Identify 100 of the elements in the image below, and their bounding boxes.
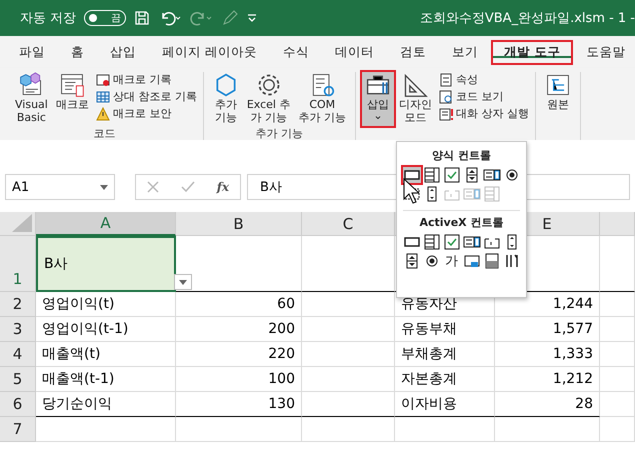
table-cell <box>600 417 635 442</box>
ribbon-button[interactable]: 매크로 기록 <box>96 72 197 87</box>
ribbon-button[interactable]: Excel 추 가 기능 <box>244 72 294 126</box>
table-cell: 100 <box>176 367 302 392</box>
autosave-label: 자동 저장 <box>20 10 76 27</box>
window-title: 조회와수정VBA_완성파일.xlsm - 1 - <box>420 10 635 27</box>
menu-item[interactable] <box>442 234 460 250</box>
check-icon[interactable] <box>180 181 195 193</box>
ribbon-button[interactable]: 속성 <box>438 72 529 87</box>
menu-item[interactable] <box>442 167 460 183</box>
menu-item[interactable] <box>482 167 500 183</box>
warning-icon <box>96 106 110 120</box>
save-icon[interactable] <box>134 10 150 26</box>
table-cell: 영업이익(t) <box>36 292 176 317</box>
ribbon-tab[interactable]: 페이지 레이아웃 <box>149 40 270 64</box>
menu-item[interactable] <box>422 234 440 250</box>
grid-icon <box>96 90 110 104</box>
properties-icon <box>438 72 453 86</box>
list-box-icon <box>482 167 500 183</box>
menu-item[interactable] <box>422 167 440 183</box>
caret-icon <box>100 184 108 190</box>
toggle-button-icon <box>482 253 500 269</box>
label-control-icon <box>402 186 420 202</box>
check-box-icon <box>442 234 460 250</box>
menu-item[interactable] <box>462 253 480 269</box>
table-cell: 부채총계 <box>395 342 495 367</box>
table-cell <box>600 392 635 417</box>
table-cell: 이자비용 <box>395 392 495 417</box>
ribbon-tab[interactable]: 검토 <box>386 40 439 64</box>
magnifier-page-icon <box>438 90 453 104</box>
ribbon-tab[interactable]: 보기 <box>438 40 491 64</box>
gear-icon <box>256 72 282 98</box>
table-cell <box>600 292 635 317</box>
ribbon-button[interactable]: 디자인 모드 <box>396 72 435 126</box>
table-cell: 28 <box>495 392 600 417</box>
table-cell <box>600 236 635 292</box>
ribbon-tab[interactable]: 삽입 <box>97 40 149 64</box>
macro-sheet-icon <box>59 72 86 98</box>
name-box[interactable]: A1 <box>5 174 115 200</box>
image-control-icon <box>462 253 480 269</box>
dropdown-button[interactable] <box>174 274 192 290</box>
ribbon-tab[interactable]: 개발 도구 <box>490 40 574 64</box>
ribbon-button[interactable]: 삽입 ⌄ <box>362 72 394 126</box>
row-header[interactable]: 6 <box>0 392 36 417</box>
combo-box-icon <box>422 234 440 250</box>
ribbon-button[interactable]: 추가 기능 <box>210 72 242 126</box>
menu-item[interactable] <box>462 234 480 250</box>
table-cell <box>600 367 635 392</box>
table-cell: 60 <box>176 292 302 317</box>
list-box-icon <box>462 234 480 250</box>
customize-icon[interactable] <box>246 12 258 24</box>
table-cell: 영업이익(t-1) <box>36 317 176 342</box>
tree-window-icon <box>544 72 571 98</box>
ribbon-button[interactable]: Visual Basic <box>12 72 51 126</box>
autosave-toggle[interactable]: 끔 <box>84 10 126 26</box>
ribbon-button[interactable]: 매크로 <box>52 72 92 126</box>
row-header[interactable]: 3 <box>0 317 36 342</box>
label-control[interactable] <box>402 186 420 202</box>
redo-icon <box>190 10 214 26</box>
column-header[interactable]: C <box>302 212 395 236</box>
ribbon-button[interactable]: 상대 참조로 기록 <box>96 89 197 104</box>
menu-item[interactable] <box>482 253 500 269</box>
ribbon-tab[interactable]: 홈 <box>58 40 97 64</box>
cursor-icon <box>403 178 419 204</box>
column-header[interactable]: B <box>176 212 302 236</box>
row-header[interactable]: 1 <box>0 236 36 292</box>
table-cell: 130 <box>176 392 302 417</box>
ribbon-tab[interactable]: 데이터 <box>322 40 387 64</box>
table-cell: 당기순이익 <box>36 392 176 417</box>
insert-function-button[interactable]: fx <box>216 180 230 194</box>
ribbon-button[interactable]: 원본 <box>542 72 574 126</box>
ribbon-button[interactable]: COM 추가 기능 <box>295 72 349 126</box>
ribbon-button[interactable]: 대화 상자 실행 <box>438 106 529 121</box>
table-cell: 유동부채 <box>395 317 495 342</box>
row-header[interactable]: 4 <box>0 342 36 367</box>
group-label: 코드 <box>92 126 116 140</box>
row-header[interactable]: 2 <box>0 292 36 317</box>
combo-box-icon <box>422 167 440 183</box>
table-cell: 매출액(t) <box>36 342 176 367</box>
table-cell <box>600 317 635 342</box>
list-box-icon <box>462 186 480 202</box>
caret-icon <box>179 280 187 284</box>
table-cell <box>600 342 635 367</box>
ribbon-button[interactable]: 코드 보기 <box>438 89 529 104</box>
table-cell: 1,212 <box>495 367 600 392</box>
ribbon-tab[interactable]: 수식 <box>270 40 322 64</box>
label-control[interactable]: 가 <box>442 253 460 269</box>
ribbon-tab[interactable]: 도움말 <box>573 40 635 64</box>
table-cell: 1,333 <box>495 342 600 367</box>
combo-box-icon <box>482 186 500 202</box>
row-header[interactable]: 7 <box>0 417 36 442</box>
row-header[interactable]: 5 <box>0 367 36 392</box>
table-cell: 220 <box>176 342 302 367</box>
ribbon-tab[interactable]: 파일 <box>6 40 58 64</box>
dialog-icon <box>438 106 453 120</box>
ribbon-button[interactable]: 매크로 보안 <box>96 106 197 121</box>
menu-heading: 양식 컨트롤 <box>431 148 492 163</box>
record-icon <box>96 72 110 86</box>
table-cell: 매출액(t-1) <box>36 367 176 392</box>
column-header[interactable]: A <box>36 212 176 236</box>
